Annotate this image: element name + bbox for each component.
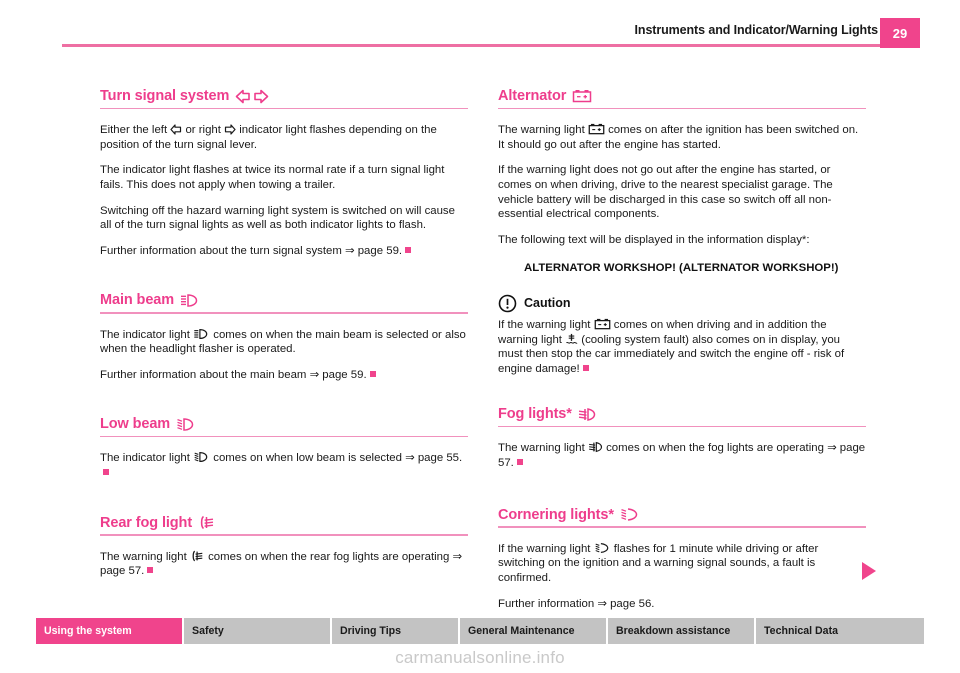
heading-label: Turn signal system <box>100 88 230 104</box>
main-beam-icon <box>180 293 200 308</box>
paragraph: The following text will be displayed in … <box>498 233 810 246</box>
next-page-arrow-icon[interactable] <box>862 562 876 580</box>
end-marker-square <box>582 364 589 371</box>
section-cornering-lights: Cornering lights* If the warning light f… <box>498 507 866 612</box>
battery-icon <box>588 123 605 135</box>
battery-icon <box>594 318 611 330</box>
footer-navigation: Using the system Safety Driving Tips Gen… <box>36 618 924 644</box>
heading-rule <box>100 107 468 110</box>
watermark: carmanualsonline.info <box>395 648 565 667</box>
end-marker-square <box>103 469 109 476</box>
paragraph: The indicator light comes on when the ma… <box>100 328 468 357</box>
cornering-light-icon <box>594 542 611 554</box>
heading-turn-signal-system: Turn signal system <box>100 88 468 108</box>
paragraph: Further information about the main beam … <box>100 368 468 383</box>
information-display-text: ALTERNATOR WORKSHOP! (ALTERNATOR WORKSHO… <box>524 262 839 275</box>
paragraph: If the warning light does not go out aft… <box>498 164 833 221</box>
text-part: or right <box>185 124 221 137</box>
low-beam-icon <box>176 417 196 432</box>
heading-rule <box>100 312 468 314</box>
paragraph: Further information about the turn signa… <box>100 244 468 259</box>
paragraph: Either the left or right indicator light… <box>100 123 468 152</box>
end-marker-square <box>369 370 376 377</box>
fog-light-icon <box>578 407 596 422</box>
manual-page: Instruments and Indicator/Warning Lights… <box>0 0 960 673</box>
section-fog-lights: Fog lights* The warning light comes on w… <box>498 406 866 470</box>
paragraph: Further information ⇒ page 56. <box>498 597 655 610</box>
caution-header: Caution <box>498 294 866 313</box>
heading-rule <box>498 425 866 428</box>
heading-main-beam: Main beam <box>100 292 468 312</box>
rear-fog-light-icon <box>198 515 216 530</box>
text-part: Further information about the turn signa… <box>100 244 403 257</box>
heading-rule <box>100 534 468 536</box>
heading-label: Cornering lights* <box>498 506 614 523</box>
text-part: The indicator light <box>100 328 190 341</box>
end-marker-square <box>516 459 523 466</box>
paragraph: The warning light comes on after the ign… <box>498 123 866 152</box>
footer-tab-technical-data[interactable]: Technical Data <box>756 618 924 644</box>
paragraph: If the warning light flashes for 1 minut… <box>498 542 866 586</box>
heading-label: Alternator <box>498 88 567 104</box>
section-alternator: Alternator The warning light comes on af… <box>498 88 866 376</box>
heading-rule <box>498 526 866 528</box>
turn-signal-double-arrow-icon <box>235 89 269 104</box>
heading-rule <box>498 107 866 110</box>
page-header: Instruments and Indicator/Warning Lights… <box>0 18 960 52</box>
heading-label: Low beam <box>100 416 171 433</box>
fog-light-icon <box>588 441 603 453</box>
heading-rear-fog-light: Rear fog light <box>100 515 468 535</box>
section-main-beam: Main beam The indicator light comes on w… <box>100 292 468 382</box>
paragraph: Switching off the hazard warning light s… <box>100 204 455 232</box>
footer-tab-safety[interactable]: Safety <box>184 618 332 644</box>
arrow-right-icon <box>224 124 236 135</box>
page-number-badge: 29 <box>880 18 920 48</box>
text-part: The warning light <box>498 124 585 137</box>
caution-paragraph: If the warning light comes on when drivi… <box>498 318 866 376</box>
text-part: The indicator light <box>100 452 190 465</box>
paragraph: The warning light comes on when the rear… <box>100 550 468 579</box>
right-column: Alternator The warning light comes on af… <box>498 88 866 611</box>
rear-fog-light-icon <box>190 550 205 562</box>
heading-rule <box>100 435 468 438</box>
heading-low-beam: Low beam <box>100 416 468 436</box>
heading-label: Main beam <box>100 292 175 309</box>
caution-exclamation-icon <box>498 294 517 313</box>
footer-tab-general-maintenance[interactable]: General Maintenance <box>460 618 608 644</box>
section-low-beam: Low beam The indicator light comes on wh… <box>100 416 468 480</box>
text-part: comes on when low beam is selected ⇒ pag… <box>213 452 463 465</box>
section-rear-fog-light: Rear fog light The warning light comes o… <box>100 515 468 579</box>
end-marker-square <box>147 567 154 574</box>
text-part: The warning light <box>100 550 187 563</box>
paragraph: The indicator light flashes at twice its… <box>100 164 445 191</box>
text-part: Either the left <box>100 124 168 137</box>
main-beam-icon <box>193 328 210 340</box>
paragraph: The indicator light comes on when low be… <box>100 451 468 480</box>
heading-fog-lights: Fog lights* <box>498 406 866 426</box>
footer-tab-using-the-system[interactable]: Using the system <box>36 618 184 644</box>
left-column: Turn signal system Either the left or ri… <box>100 88 468 579</box>
text-part: If the warning light <box>498 542 591 555</box>
arrow-left-icon <box>170 124 182 135</box>
text-part: Further information about the main beam … <box>100 368 367 381</box>
end-marker-square <box>405 246 412 253</box>
text-part: The warning light <box>498 442 585 455</box>
paragraph: The warning light comes on when the fog … <box>498 441 866 470</box>
coolant-temperature-icon <box>565 333 578 345</box>
header-divider <box>62 44 896 47</box>
footer-tab-breakdown-assistance[interactable]: Breakdown assistance <box>608 618 756 644</box>
heading-label: Rear fog light <box>100 514 193 531</box>
heading-cornering-lights: Cornering lights* <box>498 507 866 527</box>
text-part: If the warning light <box>498 318 591 331</box>
battery-icon <box>572 89 592 103</box>
heading-alternator: Alternator <box>498 88 866 108</box>
heading-label: Fog lights* <box>498 406 572 423</box>
page-title: Instruments and Indicator/Warning Lights <box>634 23 879 37</box>
low-beam-icon <box>193 451 210 463</box>
caution-label: Caution <box>524 296 571 311</box>
section-turn-signal-system: Turn signal system Either the left or ri… <box>100 88 468 258</box>
cornering-light-icon <box>620 507 640 522</box>
footer-tab-driving-tips[interactable]: Driving Tips <box>332 618 460 644</box>
